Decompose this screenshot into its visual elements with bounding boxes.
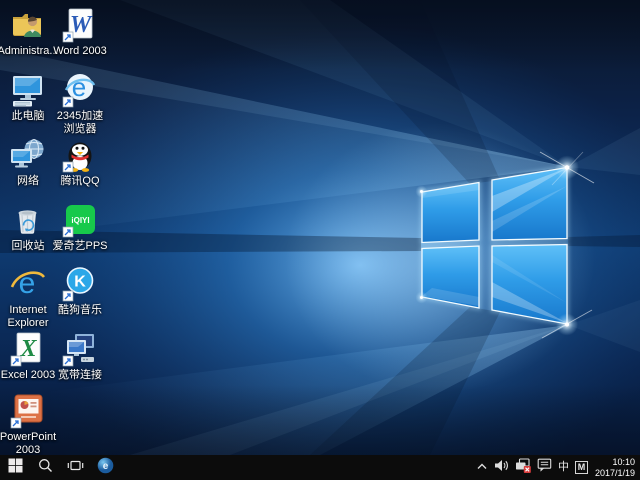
recycle-bin-icon: [9, 201, 47, 239]
desktop-icon-label: 腾讯QQ: [60, 175, 99, 188]
desktop-icon-tencent-qq[interactable]: 腾讯QQ: [52, 136, 108, 188]
2345-browser-taskbar-icon: e: [97, 457, 114, 479]
ime-mode-indicator: M: [575, 461, 588, 474]
desktop-icon-network[interactable]: 网络: [0, 136, 56, 188]
desktop-icon-kugou-music[interactable]: K 酷狗音乐: [52, 265, 108, 317]
desktop-icon-iqiyi-pps[interactable]: iQIYI 爱奇艺PPS: [52, 201, 108, 253]
kugou-music-icon: K: [61, 265, 99, 303]
internet-explorer-icon: e: [9, 265, 47, 303]
ime-chinese-indicator: 中: [558, 455, 569, 480]
desktop-icon-label: 酷狗音乐: [58, 304, 102, 317]
svg-text:iQIYI: iQIYI: [71, 216, 89, 225]
iqiyi-pps-icon: iQIYI: [61, 201, 99, 239]
svg-text:K: K: [74, 274, 86, 291]
desktop-icon-label: 此电脑: [12, 110, 45, 123]
desktop-icon-administrator[interactable]: Administra...: [0, 6, 56, 58]
network-icon: [9, 136, 47, 174]
message-bubble-icon: [537, 458, 552, 478]
powerpoint-2003-icon: [9, 392, 47, 430]
desktop: Administra... 此电脑: [0, 0, 640, 455]
clock-time: 10:10: [595, 457, 635, 468]
speaker-icon: [494, 459, 509, 477]
svg-text:X: X: [19, 336, 37, 362]
desktop-icon-label: Administra...: [0, 45, 59, 58]
message-center-button[interactable]: [534, 455, 555, 480]
word-2003-icon: W: [61, 6, 99, 44]
desktop-icon-label: 爱奇艺PPS: [52, 240, 107, 253]
windows-logo-icon: [8, 458, 23, 478]
administrator-folder-icon: [9, 6, 47, 44]
desktop-icon-this-pc[interactable]: 此电脑: [0, 71, 56, 123]
2345-browser-icon: e: [61, 71, 99, 109]
desktop-icon-label: 网络: [17, 175, 39, 188]
system-tray: 中 M 10:10 2017/1/19: [473, 455, 640, 480]
task-view-icon: [67, 458, 84, 478]
desktop-icon-internet-explorer[interactable]: e Internet Explorer: [0, 265, 56, 329]
start-button[interactable]: [0, 455, 30, 480]
desktop-icon-word-2003[interactable]: W Word 2003: [52, 6, 108, 58]
tencent-qq-icon: [61, 136, 99, 174]
chevron-up-icon: [476, 459, 488, 477]
desktop-icon-2345-browser[interactable]: e 2345加速浏览器: [52, 71, 108, 135]
task-view-button[interactable]: [60, 455, 90, 480]
desktop-icon-label: 回收站: [12, 240, 45, 253]
clock-date: 2017/1/19: [595, 468, 635, 479]
desktop-icon-label: 2345加速浏览器: [52, 110, 108, 135]
svg-text:e: e: [102, 461, 108, 472]
search-icon: [38, 458, 53, 478]
desktop-icon-label: Excel 2003: [1, 369, 55, 382]
desktop-icon-label: Internet Explorer: [0, 304, 56, 329]
desktop-icon-recycle-bin[interactable]: 回收站: [0, 201, 56, 253]
taskbar-clock[interactable]: 10:10 2017/1/19: [591, 457, 640, 478]
desktop-icon-label: 宽带连接: [58, 369, 102, 382]
network-disconnected-icon: [515, 458, 531, 478]
desktop-icon-label: PowerPoint 2003: [0, 431, 56, 455]
broadband-connection-icon: [61, 330, 99, 368]
svg-text:e: e: [72, 72, 86, 102]
excel-2003-icon: X: [9, 330, 47, 368]
desktop-icon-label: Word 2003: [53, 45, 107, 58]
this-pc-icon: [9, 71, 47, 109]
desktop-icon-broadband[interactable]: 宽带连接: [52, 330, 108, 382]
search-button[interactable]: [30, 455, 60, 480]
ime-mode-button[interactable]: M: [572, 455, 591, 480]
taskbar-2345-browser-button[interactable]: e: [90, 455, 120, 480]
volume-button[interactable]: [491, 455, 512, 480]
show-hidden-icons-button[interactable]: [473, 455, 491, 480]
ime-language-button[interactable]: 中: [555, 455, 572, 480]
taskbar: e: [0, 455, 640, 480]
desktop-icon-powerpoint-2003[interactable]: PowerPoint 2003: [0, 392, 56, 455]
network-status-button[interactable]: [512, 455, 534, 480]
desktop-icon-excel-2003[interactable]: X Excel 2003: [0, 330, 56, 382]
